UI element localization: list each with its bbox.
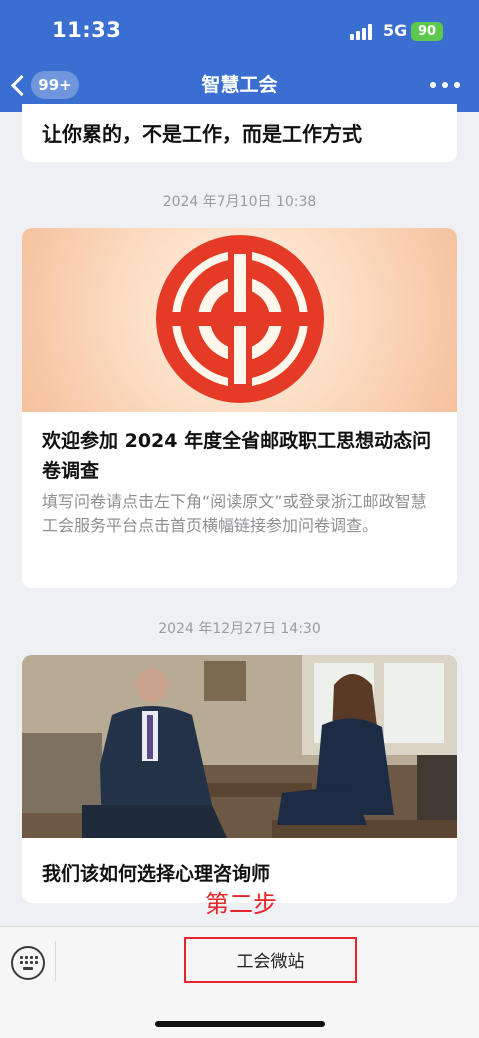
article-cover <box>22 228 457 412</box>
union-microsite-menu-button[interactable]: 工会微站 <box>184 937 357 983</box>
article-title: 让你累的，不是工作，而是工作方式 <box>42 122 362 146</box>
timestamp: 2024 年12月27日 14:30 <box>158 621 321 637</box>
battery-icon: 90 <box>411 22 443 41</box>
union-logo-icon <box>156 235 324 403</box>
signal-icon <box>350 24 376 40</box>
step-annotation: 第二步 <box>205 890 277 918</box>
article-summary: 填写问卷请点击左下角“阅读原文”或登录浙江邮政智慧工会服务平台点击首页横幅链接参… <box>42 492 427 535</box>
status-time: 11:33 <box>52 18 122 42</box>
article-card[interactable]: 我们该如何选择心理咨询师 <box>22 655 457 903</box>
keyboard-icon[interactable] <box>11 946 45 980</box>
article-title: 我们该如何选择心理咨询师 <box>42 863 271 885</box>
page-title: 智慧工会 <box>201 74 278 96</box>
home-indicator <box>155 1021 325 1027</box>
article-cover <box>22 655 457 838</box>
network-type: 5G <box>383 21 408 40</box>
timestamp: 2024 年7月10日 10:38 <box>162 194 317 210</box>
article-title: 欢迎参加 2024 年度全省邮政职工思想动态问卷调查 <box>42 430 432 482</box>
more-icon[interactable] <box>428 80 462 90</box>
top-bar: 11:33 5G 90 99+ 智慧工会 <box>0 0 479 112</box>
article-card[interactable]: 欢迎参加 2024 年度全省邮政职工思想动态问卷调查 填写问卷请点击左下角“阅读… <box>22 228 457 588</box>
article-card[interactable]: 让你累的，不是工作，而是工作方式 <box>22 104 457 162</box>
divider <box>55 941 56 981</box>
bottom-menu-bar: 工会微站 <box>0 926 479 1038</box>
